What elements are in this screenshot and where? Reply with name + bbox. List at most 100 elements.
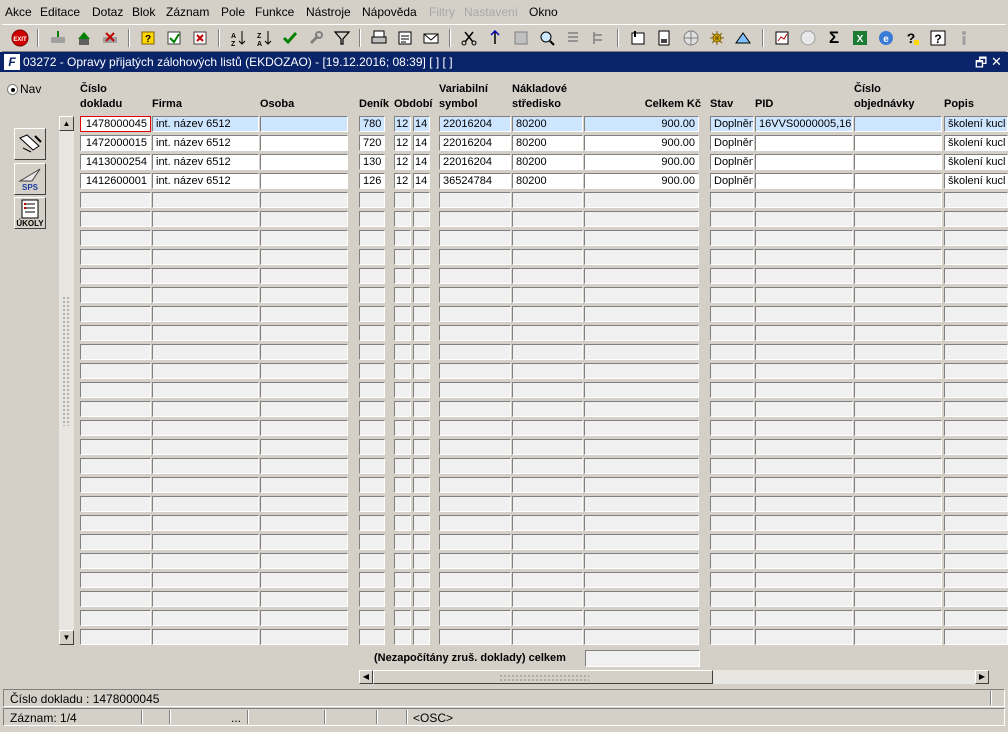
paste-icon[interactable] <box>511 28 531 48</box>
empty-cell[interactable] <box>260 306 348 322</box>
empty-cell[interactable] <box>755 287 853 303</box>
search-icon[interactable] <box>537 28 557 48</box>
empty-cell[interactable] <box>260 401 348 417</box>
empty-cell[interactable] <box>710 515 754 531</box>
empty-cell[interactable] <box>512 458 583 474</box>
empty-cell[interactable] <box>152 496 259 512</box>
menu-item-1[interactable]: Editace <box>40 5 80 19</box>
print-preview-icon[interactable] <box>395 28 415 48</box>
empty-cell[interactable] <box>359 211 385 227</box>
empty-cell[interactable] <box>755 230 853 246</box>
empty-cell[interactable] <box>439 496 511 512</box>
empty-cell[interactable] <box>854 401 942 417</box>
empty-cell[interactable] <box>584 268 699 284</box>
empty-cell[interactable] <box>260 610 348 626</box>
empty-cell[interactable] <box>152 325 259 341</box>
empty-cell[interactable] <box>710 401 754 417</box>
empty-cell[interactable] <box>439 363 511 379</box>
empty-cell[interactable] <box>944 192 1008 208</box>
sort-desc-icon[interactable]: ZA <box>254 28 274 48</box>
empty-cell[interactable] <box>152 401 259 417</box>
empty-cell[interactable] <box>260 439 348 455</box>
empty-cell[interactable] <box>359 287 385 303</box>
empty-cell[interactable] <box>260 268 348 284</box>
empty-cell[interactable] <box>260 458 348 474</box>
empty-cell[interactable] <box>439 287 511 303</box>
empty-cell[interactable] <box>584 610 699 626</box>
empty-cell[interactable] <box>359 515 385 531</box>
empty-cell[interactable] <box>584 439 699 455</box>
info-icon[interactable] <box>954 28 974 48</box>
empty-cell[interactable] <box>944 420 1008 436</box>
empty-cell[interactable] <box>755 439 853 455</box>
empty-cell[interactable] <box>260 477 348 493</box>
empty-cell[interactable] <box>152 629 259 645</box>
empty-cell[interactable] <box>854 287 942 303</box>
empty-cell[interactable] <box>439 230 511 246</box>
empty-cell[interactable] <box>394 458 411 474</box>
close-icon[interactable]: ✕ <box>991 54 1002 70</box>
empty-cell[interactable] <box>439 591 511 607</box>
empty-cell[interactable] <box>394 306 411 322</box>
print-icon[interactable] <box>369 28 389 48</box>
empty-cell[interactable] <box>439 458 511 474</box>
empty-cell[interactable] <box>854 192 942 208</box>
empty-cell[interactable] <box>710 230 754 246</box>
empty-cell[interactable] <box>584 382 699 398</box>
menu-item-5[interactable]: Pole <box>221 5 245 19</box>
empty-cell[interactable] <box>584 211 699 227</box>
empty-cell[interactable] <box>260 420 348 436</box>
table-cell-r0-c4[interactable]: 12 <box>394 116 411 132</box>
empty-cell[interactable] <box>80 306 151 322</box>
empty-cell[interactable] <box>439 344 511 360</box>
empty-cell[interactable] <box>394 287 411 303</box>
empty-cell[interactable] <box>359 363 385 379</box>
scroll-left-icon[interactable]: ◀ <box>359 670 373 684</box>
exit-icon[interactable]: EXIT <box>10 28 30 48</box>
empty-cell[interactable] <box>260 249 348 265</box>
empty-cell[interactable] <box>152 306 259 322</box>
empty-cell[interactable] <box>439 572 511 588</box>
empty-cell[interactable] <box>584 629 699 645</box>
table-cell-r1-c4[interactable]: 12 <box>394 135 411 151</box>
empty-cell[interactable] <box>152 363 259 379</box>
empty-cell[interactable] <box>512 268 583 284</box>
empty-cell[interactable] <box>854 458 942 474</box>
table-cell-r0-c12[interactable]: školení kucl <box>944 116 1008 132</box>
empty-cell[interactable] <box>359 458 385 474</box>
empty-cell[interactable] <box>359 477 385 493</box>
empty-cell[interactable] <box>80 363 151 379</box>
empty-cell[interactable] <box>755 477 853 493</box>
empty-cell[interactable] <box>152 572 259 588</box>
table-cell-r3-c12[interactable]: školení kucl <box>944 173 1008 189</box>
empty-cell[interactable] <box>80 211 151 227</box>
empty-cell[interactable] <box>854 515 942 531</box>
empty-cell[interactable] <box>439 629 511 645</box>
settings-icon[interactable] <box>707 28 727 48</box>
restore-icon[interactable]: 🗗 <box>975 54 987 76</box>
empty-cell[interactable] <box>944 439 1008 455</box>
table-cell-r3-c6[interactable]: 36524784 <box>439 173 511 189</box>
empty-cell[interactable] <box>359 629 385 645</box>
scroll-thumb[interactable] <box>373 670 713 684</box>
empty-cell[interactable] <box>512 496 583 512</box>
empty-cell[interactable] <box>854 629 942 645</box>
empty-cell[interactable] <box>260 211 348 227</box>
empty-cell[interactable] <box>413 591 430 607</box>
empty-cell[interactable] <box>512 515 583 531</box>
empty-cell[interactable] <box>80 572 151 588</box>
table-cell-r0-c2[interactable] <box>260 116 348 132</box>
help-icon[interactable]: ? <box>902 28 922 48</box>
empty-cell[interactable] <box>944 629 1008 645</box>
empty-cell[interactable] <box>439 610 511 626</box>
empty-cell[interactable] <box>152 420 259 436</box>
table-cell-r2-c12[interactable]: školení kucl <box>944 154 1008 170</box>
empty-cell[interactable] <box>359 382 385 398</box>
empty-cell[interactable] <box>512 534 583 550</box>
empty-cell[interactable] <box>260 363 348 379</box>
empty-cell[interactable] <box>394 420 411 436</box>
empty-cell[interactable] <box>584 363 699 379</box>
empty-cell[interactable] <box>359 553 385 569</box>
empty-cell[interactable] <box>755 382 853 398</box>
empty-cell[interactable] <box>854 420 942 436</box>
